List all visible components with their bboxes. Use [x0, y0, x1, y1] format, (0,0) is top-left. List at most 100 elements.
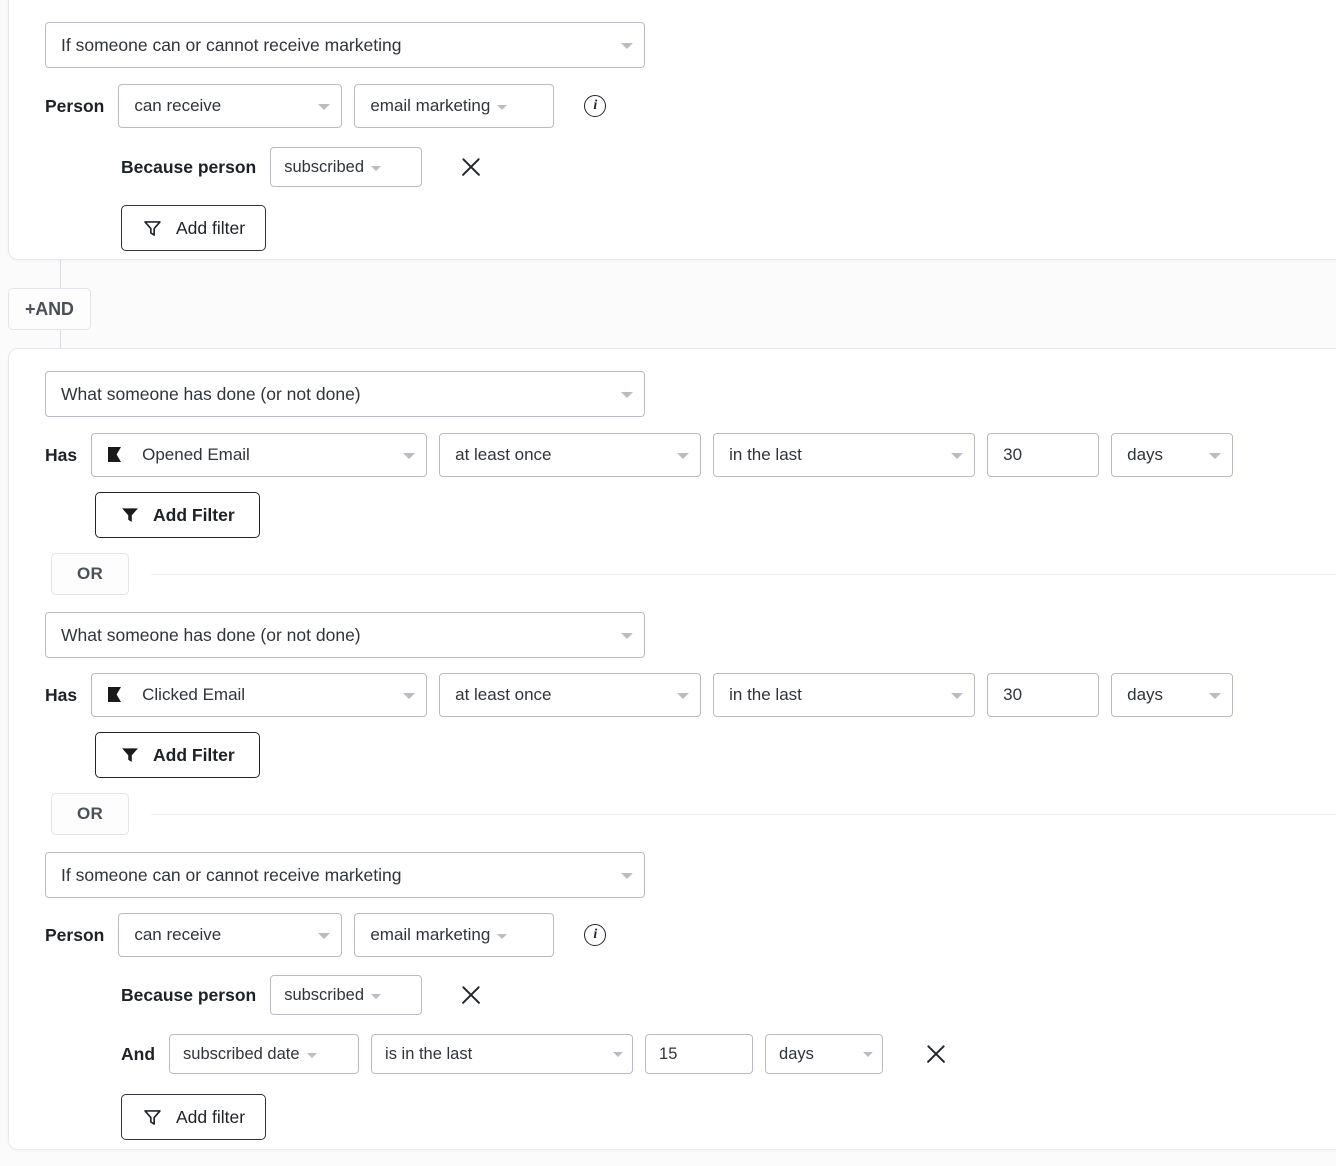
frequency-value: at least once [455, 445, 551, 465]
frequency-value: at least once [455, 685, 551, 705]
chevron-down-icon [318, 104, 330, 110]
chevron-down-icon [621, 873, 633, 879]
and-operator-value: is in the last [385, 1045, 472, 1064]
chevron-down-icon [863, 1052, 873, 1057]
group-connector-line-bottom [60, 330, 61, 350]
and-label: And [121, 1044, 155, 1065]
add-filter-label: Add Filter [153, 505, 235, 526]
chevron-down-icon [951, 453, 963, 459]
timeframe-select-clicked-email[interactable]: in the last [713, 673, 975, 717]
channel-select-2[interactable]: email marketing [354, 913, 554, 957]
condition-type-value: If someone can or cannot receive marketi… [61, 35, 401, 56]
has-label: Has [45, 445, 77, 466]
amount-input-opened-email[interactable]: 30 [987, 433, 1099, 477]
chevron-down-icon [403, 693, 415, 699]
timeframe-value: in the last [729, 685, 802, 705]
can-receive-select-1[interactable]: can receive [118, 84, 342, 128]
condition-type-select-1[interactable]: If someone can or cannot receive marketi… [45, 22, 645, 68]
channel-value: email marketing [370, 925, 490, 945]
add-filter-label: Add Filter [153, 745, 235, 766]
add-filter-button-2c[interactable]: Add filter [121, 1094, 266, 1140]
funnel-outline-icon [142, 1107, 163, 1128]
unit-select-clicked-email[interactable]: days [1111, 673, 1233, 717]
chevron-down-icon [371, 166, 381, 171]
or-label: OR [77, 564, 103, 584]
chevron-down-icon [497, 934, 507, 939]
or-divider-2: OR [51, 793, 1336, 835]
add-filter-button-1[interactable]: Add filter [121, 205, 266, 251]
timeframe-select-opened-email[interactable]: in the last [713, 433, 975, 477]
metric-row-opened-email: Has Opened Email at least once in the la… [45, 433, 1233, 477]
add-or-condition-button-1[interactable]: OR [51, 553, 129, 595]
chevron-down-icon [677, 453, 689, 459]
funnel-filled-icon [120, 745, 140, 765]
unit-value: days [1127, 685, 1163, 705]
remove-and-condition-button[interactable] [921, 1039, 951, 1069]
chevron-down-icon [307, 1053, 317, 1058]
chevron-down-icon [621, 633, 633, 639]
chevron-down-icon [621, 392, 633, 398]
because-person-select-1[interactable]: subscribed [270, 147, 422, 187]
remove-because-condition-button-2[interactable] [456, 980, 486, 1010]
because-person-label: Because person [121, 985, 256, 1006]
amount-value: 30 [1003, 685, 1022, 705]
condition-type-row: What someone has done (or not done) [45, 371, 645, 417]
condition-type-value: What someone has done (or not done) [61, 625, 361, 646]
metric-flag-icon [107, 446, 129, 464]
amount-input-clicked-email[interactable]: 30 [987, 673, 1099, 717]
because-person-label: Because person [121, 157, 256, 178]
frequency-select-opened-email[interactable]: at least once [439, 433, 701, 477]
chevron-down-icon [403, 453, 415, 459]
add-filter-button-2b[interactable]: Add Filter [95, 732, 260, 778]
channel-value: email marketing [370, 96, 490, 116]
add-filter-row-2c: Add filter [121, 1094, 266, 1140]
and-operator-select[interactable]: is in the last [371, 1034, 633, 1074]
frequency-select-clicked-email[interactable]: at least once [439, 673, 701, 717]
or-divider-line [151, 814, 1336, 815]
unit-value: days [1127, 445, 1163, 465]
chevron-down-icon [677, 693, 689, 699]
because-person-select-2[interactable]: subscribed [270, 975, 422, 1015]
condition-group-card-2: What someone has done (or not done) Has … [8, 348, 1336, 1150]
add-filter-row-1: Add filter [121, 205, 266, 251]
and-property-select[interactable]: subscribed date [169, 1034, 359, 1074]
info-circle-icon[interactable]: i [584, 95, 606, 117]
metric-select-clicked-email[interactable]: Clicked Email [91, 673, 427, 717]
add-and-group-button[interactable]: +AND [8, 288, 91, 330]
condition-type-value: If someone can or cannot receive marketi… [61, 865, 401, 886]
unit-select-opened-email[interactable]: days [1111, 433, 1233, 477]
condition-type-select-4[interactable]: If someone can or cannot receive marketi… [45, 852, 645, 898]
and-unit-value: days [779, 1045, 814, 1064]
can-receive-select-2[interactable]: can receive [118, 913, 342, 957]
group-connector-line-top [60, 260, 61, 290]
add-filter-row-2b: Add Filter [95, 732, 260, 778]
channel-select-1[interactable]: email marketing [354, 84, 554, 128]
condition-type-select-3[interactable]: What someone has done (or not done) [45, 612, 645, 658]
person-channel-row: Person can receive email marketing i [45, 913, 606, 957]
condition-type-row: If someone can or cannot receive marketi… [45, 22, 645, 68]
because-person-row: Because person subscribed [121, 147, 486, 187]
and-subscribed-date-row: And subscribed date is in the last 15 da… [121, 1034, 951, 1074]
add-filter-row-2a: Add Filter [95, 492, 260, 538]
funnel-outline-icon [142, 218, 163, 239]
chevron-down-icon [951, 693, 963, 699]
condition-type-row: If someone can or cannot receive marketi… [45, 852, 645, 898]
metric-value: Opened Email [142, 445, 250, 465]
and-unit-select[interactable]: days [765, 1034, 883, 1074]
condition-type-select-2[interactable]: What someone has done (or not done) [45, 371, 645, 417]
has-label: Has [45, 685, 77, 706]
person-channel-row: Person can receive email marketing i [45, 84, 606, 128]
and-amount-input[interactable]: 15 [645, 1034, 753, 1074]
info-circle-icon[interactable]: i [584, 924, 606, 946]
chevron-down-icon [1209, 453, 1221, 459]
add-filter-button-2a[interactable]: Add Filter [95, 492, 260, 538]
metric-select-opened-email[interactable]: Opened Email [91, 433, 427, 477]
because-person-value: subscribed [284, 158, 364, 177]
metric-row-clicked-email: Has Clicked Email at least once in the l… [45, 673, 1233, 717]
remove-because-condition-button-1[interactable] [456, 152, 486, 182]
metric-flag-icon [107, 686, 129, 704]
because-person-row: Because person subscribed [121, 975, 486, 1015]
add-or-condition-button-2[interactable]: OR [51, 793, 129, 835]
or-divider-line [151, 574, 1336, 575]
and-label: +AND [25, 299, 74, 320]
